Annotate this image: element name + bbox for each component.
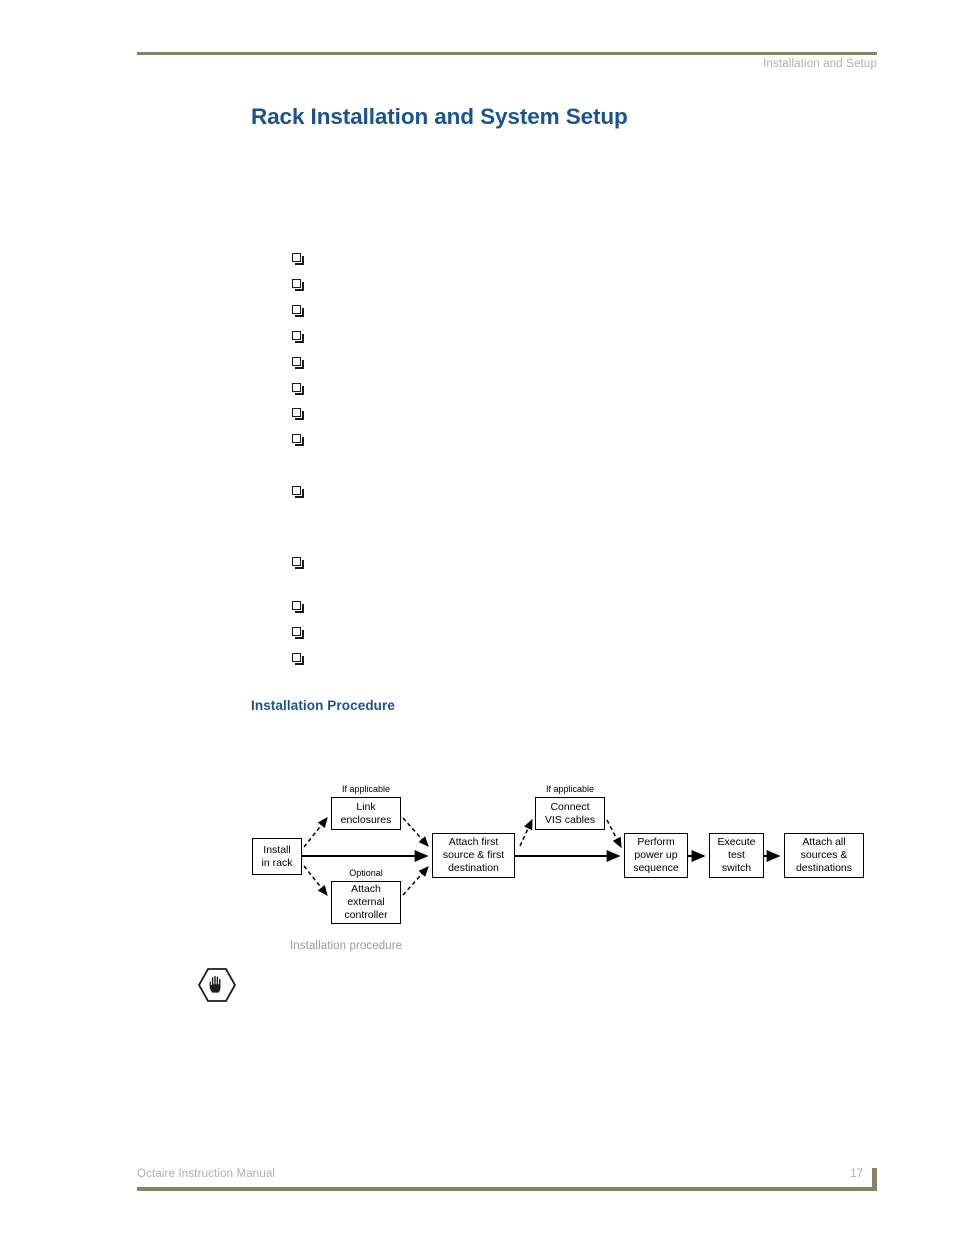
flowchart-node-line: Execute [717,836,756,848]
flowchart-annotation-if-applicable-vis: If applicable [545,784,595,794]
flowchart-annotation-optional-controller: Optional [349,868,383,878]
page-number: 17 [850,1168,863,1180]
footer-edge-tab [872,1168,877,1191]
flowchart-node-line: Install [263,843,291,856]
checklist-item[interactable] [292,279,306,293]
flowchart-node-attach-first-source-destination: Attach first source & first destination [432,833,515,878]
checklist-item[interactable] [292,253,306,267]
figure-caption: Installation procedure [290,940,403,952]
flowchart-node-line: sequence [633,862,679,874]
flowchart-node-line: Connect [550,800,590,813]
checklist-item[interactable] [292,653,306,667]
flowchart-node-link-enclosures: Link enclosures [331,797,401,830]
page-title: Rack Installation and System Setup [251,104,628,129]
flowchart-node-line: sources & [800,849,848,861]
flowchart-node-line: destinations [795,862,853,874]
flowchart-node-execute-test-switch: Execute test switch [709,833,764,878]
flowchart-node-line: power up [634,849,678,861]
checklist-item[interactable] [292,331,306,345]
flowchart-node-line: enclosures [340,813,392,826]
flowchart-node-install-in-rack: Install in rack [252,838,302,875]
flowchart-node-line: switch [721,862,752,874]
flowchart-node-line: destination [448,862,499,874]
checkbox-empty-icon[interactable] [292,627,304,639]
flowchart-node-line: Perform [637,836,675,848]
flowchart-node-line: Attach [351,883,381,895]
flowchart-node-line: Attach all [802,836,846,848]
checklist-item[interactable] [292,357,306,371]
flowchart-node-attach-all-sources-destinations: Attach all sources & destinations [784,833,864,878]
flowchart-connectors [302,817,781,896]
checklist-item[interactable] [292,601,306,615]
manual-title: Octaire Instruction Manual [137,1168,276,1180]
checkbox-empty-icon[interactable] [292,408,304,420]
flowchart-node-line: Attach first [448,836,499,848]
checkbox-empty-icon[interactable] [292,279,304,291]
running-head: Installation and Setup [763,58,877,70]
checkbox-empty-icon[interactable] [292,653,304,665]
checkbox-empty-icon[interactable] [292,331,304,343]
checklist-item[interactable] [292,486,306,500]
flowchart-node-line: controller [344,909,388,921]
header-rule [137,52,877,55]
flowchart-node-line: Link [356,800,376,813]
checkbox-empty-icon[interactable] [292,357,304,369]
flowchart-node-attach-external-controller: Attach external controller [331,881,401,924]
flowchart-node-line: source & first [442,849,505,861]
flowchart-node-perform-power-up: Perform power up sequence [624,833,688,878]
flowchart-node-line: external [347,896,385,908]
hand-stop-caution-icon [198,968,236,1002]
checklist-item[interactable] [292,557,306,571]
flowchart-annotation-if-applicable-link: If applicable [341,784,391,794]
checkbox-empty-icon[interactable] [292,486,304,498]
checkbox-empty-icon[interactable] [292,434,304,446]
page-header: Installation and Setup [137,52,877,82]
flowchart-node-line: VIS cables [544,813,596,826]
checkbox-empty-icon[interactable] [292,557,304,569]
checkbox-empty-icon[interactable] [292,253,304,265]
checkbox-empty-icon[interactable] [292,601,304,613]
checklist-item[interactable] [292,627,306,641]
section-heading: Installation Procedure [251,698,395,713]
checkbox-empty-icon[interactable] [292,383,304,395]
checklist-item[interactable] [292,434,306,448]
footer-rule [137,1187,877,1191]
checklist-item[interactable] [292,383,306,397]
flowchart-node-line: in rack [261,856,293,869]
checklist-item[interactable] [292,408,306,422]
page-footer: Octaire Instruction Manual 17 [137,1168,877,1198]
flowchart-node-line: test [728,849,745,861]
checklist-item[interactable] [292,305,306,319]
flowchart-node-connect-vis-cables: Connect VIS cables [535,797,605,830]
checkbox-empty-icon[interactable] [292,305,304,317]
